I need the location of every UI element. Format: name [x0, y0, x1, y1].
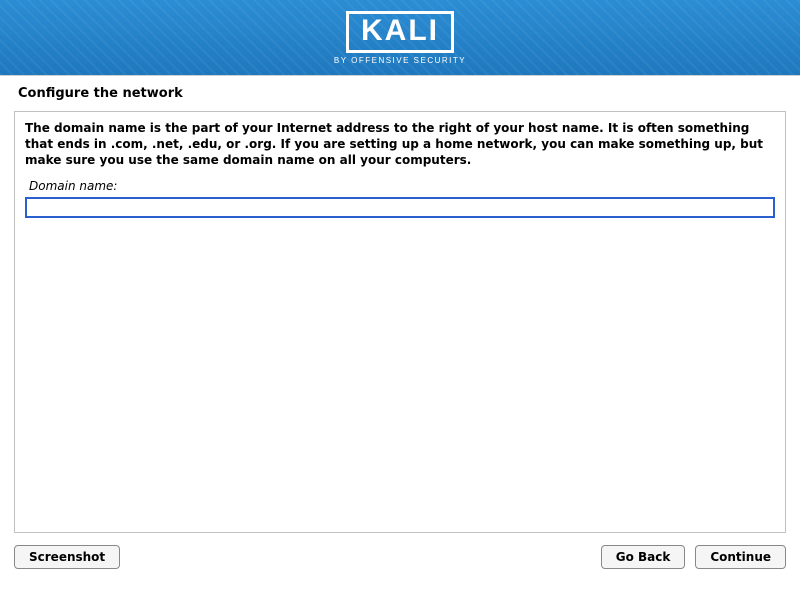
logo-text: KALI — [361, 14, 439, 47]
banner: KALI BY OFFENSIVE SECURITY — [0, 0, 800, 76]
domain-name-label: Domain name: — [29, 179, 775, 193]
button-bar: Screenshot Go Back Continue — [0, 533, 800, 581]
description-text: The domain name is the part of your Inte… — [25, 120, 775, 169]
screenshot-button[interactable]: Screenshot — [14, 545, 120, 569]
kali-logo: KALI BY OFFENSIVE SECURITY — [334, 11, 466, 65]
go-back-button[interactable]: Go Back — [601, 545, 686, 569]
logo-frame: KALI — [346, 11, 454, 53]
domain-name-input[interactable] — [25, 197, 775, 218]
logo-subtitle: BY OFFENSIVE SECURITY — [334, 56, 466, 65]
page-title: Configure the network — [0, 76, 800, 107]
continue-button[interactable]: Continue — [695, 545, 786, 569]
content-frame: The domain name is the part of your Inte… — [14, 111, 786, 533]
